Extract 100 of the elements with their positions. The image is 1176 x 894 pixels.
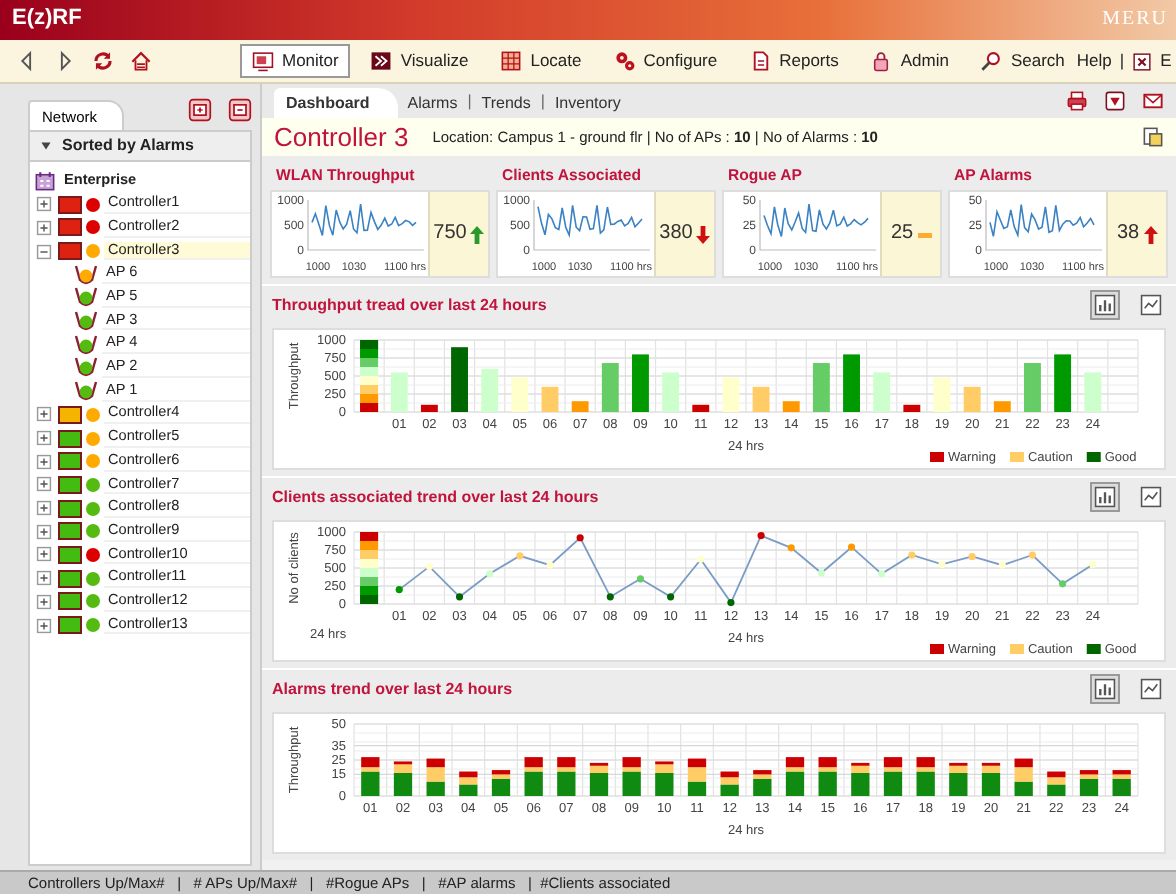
bar (812, 363, 830, 413)
color-scale (360, 340, 379, 413)
plus-icon[interactable] (188, 98, 212, 122)
bar (632, 355, 649, 413)
chart-title: Clients associated trend over last 24 hours (272, 488, 599, 508)
line-chart-icon (1140, 486, 1162, 509)
bar (662, 373, 680, 413)
data-point (486, 570, 494, 579)
expand-icon[interactable] (34, 451, 54, 472)
metric-value: 25 (890, 222, 914, 247)
bar (1024, 363, 1041, 413)
chart-title: Throughput tread over last 24 hours (272, 296, 547, 316)
tab-separator: | (540, 91, 545, 111)
tab[interactable]: Trends (471, 90, 541, 118)
bar (782, 401, 800, 413)
expand-icon[interactable] (34, 428, 54, 448)
bar (692, 405, 710, 413)
toolbar-button[interactable]: Reports (737, 44, 851, 78)
expand-icon[interactable] (34, 194, 54, 215)
printer-icon[interactable] (1066, 90, 1088, 112)
view-toggle[interactable] (1136, 290, 1166, 321)
data-point (1059, 580, 1067, 589)
view-toggle[interactable] (1136, 482, 1166, 513)
tab[interactable]: Inventory (544, 90, 631, 118)
bar (511, 378, 529, 413)
data-point (998, 562, 1006, 570)
data-point (727, 599, 735, 607)
metric-value: 380 (659, 222, 693, 247)
data-point (636, 575, 645, 584)
data-point (878, 570, 886, 579)
grid-icon (500, 50, 523, 72)
bar-chart-icon (1094, 678, 1116, 701)
bar (933, 378, 951, 413)
bar (451, 347, 468, 413)
toolbar-button[interactable]: Visualize (358, 44, 481, 78)
mail-icon[interactable] (1142, 90, 1164, 112)
section-title: Sorted by Alarms (62, 136, 194, 156)
expand-icon[interactable] (34, 615, 54, 635)
data-point (847, 544, 856, 552)
chevron-icon (370, 50, 393, 72)
view-toggle[interactable] (1090, 482, 1120, 513)
antenna-icon (74, 335, 98, 354)
close-icon[interactable] (1132, 51, 1153, 71)
data-point (455, 593, 464, 602)
data-point (757, 532, 765, 540)
bar (993, 401, 1011, 413)
expand-icon[interactable] (34, 217, 54, 238)
sparkline (989, 204, 1095, 240)
bar (571, 401, 589, 413)
expand-icon[interactable] (34, 544, 54, 565)
chart-title: Alarms trend over last 24 hours (272, 680, 513, 700)
clipboard-icon[interactable] (1142, 126, 1164, 148)
data-point (425, 563, 433, 571)
toolbar-button[interactable]: Configure (601, 44, 730, 78)
toolbar-button[interactable]: Locate (488, 44, 594, 78)
line-chart-icon (1140, 294, 1162, 317)
search-icon (980, 50, 1003, 72)
expand-icon[interactable] (34, 521, 54, 542)
gears-icon (613, 50, 636, 72)
bar (541, 387, 559, 413)
bar (1054, 355, 1072, 413)
antenna-icon (74, 311, 98, 331)
data-point (576, 534, 584, 543)
view-toggle[interactable] (1090, 290, 1120, 321)
data-point (817, 570, 825, 578)
bar (390, 373, 408, 413)
antenna-icon (74, 358, 98, 377)
toolbar-button[interactable]: Monitor (240, 44, 351, 78)
home-icon[interactable] (130, 50, 152, 72)
building-icon (34, 169, 56, 192)
toolbar-button[interactable]: Search (968, 44, 1077, 78)
expand-icon[interactable] (34, 404, 54, 425)
data-point (516, 552, 524, 561)
tab[interactable]: Dashboard (274, 88, 398, 118)
caret-icon[interactable] (38, 137, 54, 154)
minus-icon[interactable] (228, 98, 252, 122)
bar-chart-icon (1094, 486, 1116, 509)
menu-label[interactable]: E (1160, 50, 1172, 72)
view-toggle[interactable] (1090, 674, 1120, 705)
bar (722, 378, 740, 413)
expand-icon[interactable] (34, 568, 54, 589)
monitor-icon (252, 50, 274, 72)
help-link[interactable]: Help (1076, 50, 1112, 72)
color-scale (360, 532, 379, 605)
refresh-icon[interactable] (92, 50, 114, 72)
bar (843, 355, 860, 413)
data-point (606, 593, 614, 602)
view-toggle[interactable] (1136, 674, 1166, 705)
data-point (787, 544, 795, 553)
tab[interactable]: Alarms (397, 90, 468, 118)
expand-icon[interactable] (34, 591, 54, 612)
app-title: E(z)RF (12, 6, 82, 34)
document-icon (749, 50, 772, 72)
download-icon[interactable] (1104, 90, 1126, 112)
collapse-icon[interactable] (34, 241, 54, 261)
toolbar-button[interactable]: Admin (858, 44, 961, 78)
expand-icon[interactable] (34, 498, 54, 519)
data-point (697, 556, 705, 564)
expand-icon[interactable] (34, 474, 54, 495)
bar (481, 369, 499, 413)
